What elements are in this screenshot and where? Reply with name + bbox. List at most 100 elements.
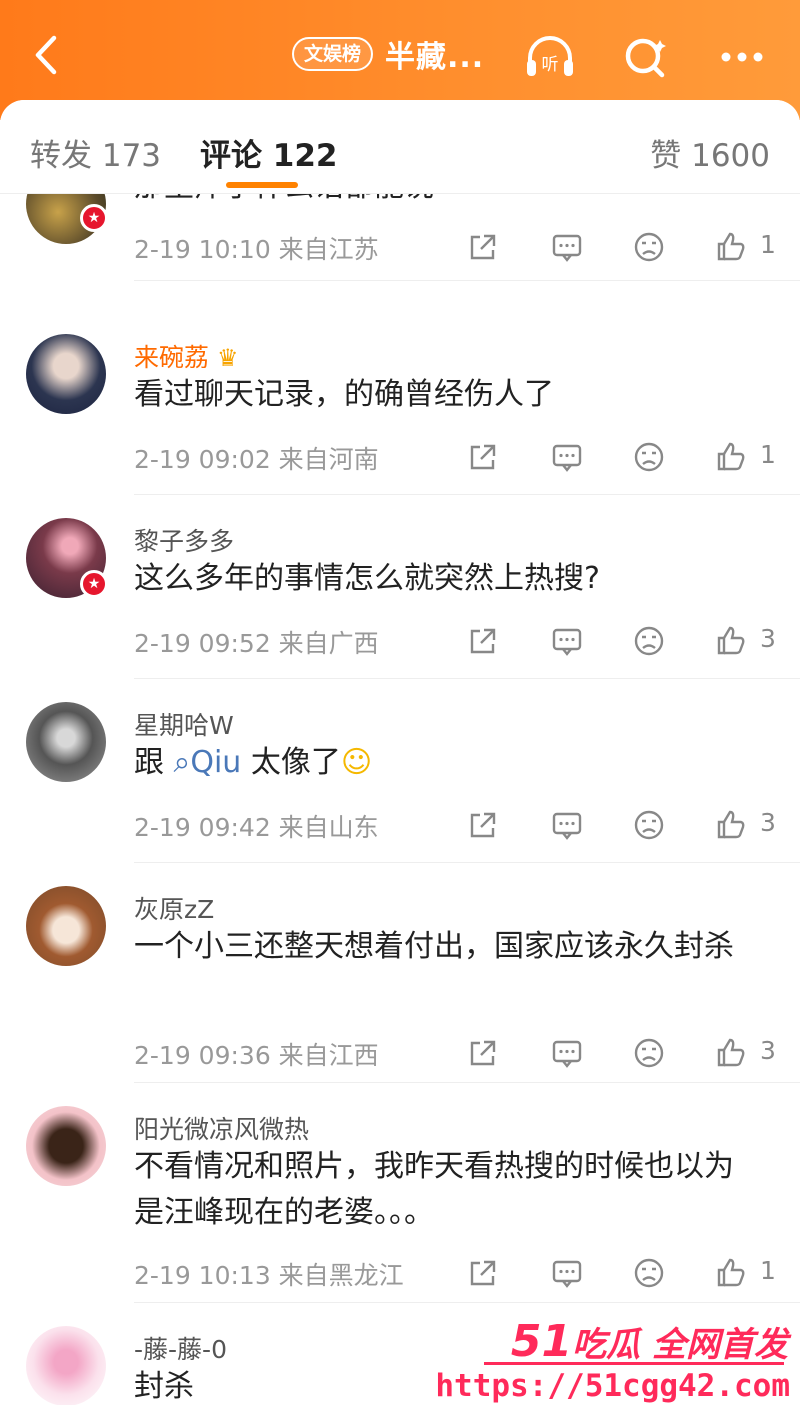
comment-username[interactable]: 灰原zZ xyxy=(134,890,214,926)
divider xyxy=(134,1082,800,1083)
comment-username[interactable]: 阳光微凉风微热 xyxy=(134,1110,309,1146)
share-button[interactable] xyxy=(466,1036,500,1070)
divider xyxy=(134,678,800,679)
frown-icon xyxy=(634,626,664,656)
back-button[interactable] xyxy=(28,30,68,80)
dislike-button[interactable] xyxy=(632,440,666,474)
comment-meta: 2-19 09:42 来自山东 xyxy=(134,813,379,842)
comment-username[interactable]: 黎子多多 xyxy=(134,522,234,558)
like-count: 1 xyxy=(760,1256,776,1285)
avatar[interactable] xyxy=(26,1106,106,1186)
comment-actions: 1 xyxy=(466,230,776,264)
like-button[interactable] xyxy=(714,624,748,658)
mention-link[interactable]: ⌕Qiu xyxy=(174,745,242,780)
frown-icon xyxy=(634,442,664,472)
comment-icon xyxy=(552,444,582,472)
avatar[interactable] xyxy=(26,1326,106,1405)
share-button[interactable] xyxy=(466,624,500,658)
reply-button[interactable] xyxy=(550,230,584,264)
reply-button[interactable] xyxy=(550,808,584,842)
comment-meta: 2-19 09:36 来自江西 xyxy=(134,1041,379,1070)
like-button[interactable] xyxy=(714,230,748,264)
like-button[interactable] xyxy=(714,1256,748,1290)
dislike-button[interactable] xyxy=(632,1256,666,1290)
divider xyxy=(134,1302,800,1303)
site-watermark: 51吃瓜 全网首发 https://51cgg42.com xyxy=(435,1308,794,1405)
share-button[interactable] xyxy=(466,808,500,842)
like-button[interactable] xyxy=(714,1036,748,1070)
tab-repost[interactable]: 转发 173 xyxy=(30,130,161,175)
frown-icon xyxy=(634,232,664,262)
share-button[interactable] xyxy=(466,440,500,474)
header-actions: 听 xyxy=(522,34,770,80)
reply-button[interactable] xyxy=(550,1036,584,1070)
listen-button[interactable]: 听 xyxy=(522,34,578,80)
comment-actions: 1 xyxy=(466,440,776,474)
tab-likes[interactable]: 赞 1600 xyxy=(650,130,770,175)
reply-button[interactable] xyxy=(550,440,584,474)
emoji-icon: ☺ xyxy=(340,745,373,780)
dislike-button[interactable] xyxy=(632,230,666,264)
comment-meta: 2-19 09:02 来自河南 xyxy=(134,445,379,474)
listen-label: 听 xyxy=(542,55,559,75)
reply-button[interactable] xyxy=(550,624,584,658)
more-icon xyxy=(721,52,763,62)
comment-username[interactable]: 星期哈W xyxy=(134,706,234,742)
search-icon: ⌕ xyxy=(173,745,191,780)
comment-icon xyxy=(552,628,582,656)
comment-actions: 1 xyxy=(466,1256,776,1290)
search-button[interactable] xyxy=(618,34,674,80)
like-button[interactable] xyxy=(714,440,748,474)
divider xyxy=(134,280,800,281)
crown-icon: ♛ xyxy=(217,344,239,372)
share-icon xyxy=(470,1040,496,1066)
like-button[interactable] xyxy=(714,808,748,842)
comments-sheet: 转发 173 评论 122 赞 1600 ★ 那里痒了什么话都能说 2-19 1… xyxy=(0,100,800,1405)
like-count: 3 xyxy=(760,624,776,653)
dislike-button[interactable] xyxy=(632,1036,666,1070)
comment-meta: 2-19 09:52 来自广西 xyxy=(134,629,379,658)
tab-comments[interactable]: 评论 122 xyxy=(200,130,338,175)
comment-text: 不看情况和照片，我昨天看热搜的时候也以为是汪峰现在的老婆。。。 xyxy=(134,1149,734,1230)
watermark-line xyxy=(484,1362,784,1365)
comment-text: 看过聊天记录，的确曾经伤人了 xyxy=(134,377,554,412)
comment-icon xyxy=(552,812,582,840)
share-button[interactable] xyxy=(466,1256,500,1290)
ranking-tag: 文娱榜 xyxy=(292,37,374,71)
page-title: 半藏... xyxy=(385,40,485,75)
reply-button[interactable] xyxy=(550,1256,584,1290)
header-title-group[interactable]: 文娱榜 半藏... xyxy=(292,32,484,76)
dislike-button[interactable] xyxy=(632,624,666,658)
share-icon xyxy=(470,628,496,654)
watermark-number: 51 xyxy=(510,1316,573,1367)
more-button[interactable] xyxy=(714,34,770,80)
share-button[interactable] xyxy=(466,230,500,264)
tab-bar: 转发 173 评论 122 赞 1600 xyxy=(0,100,800,194)
thumbs-up-icon xyxy=(717,1258,745,1287)
thumbs-up-icon xyxy=(717,1038,745,1067)
back-icon xyxy=(35,35,57,75)
avatar[interactable] xyxy=(26,886,106,966)
share-icon xyxy=(470,812,496,838)
comment-actions: 3 xyxy=(466,1036,776,1070)
text-segment: 太像了 xyxy=(241,745,341,780)
dislike-button[interactable] xyxy=(632,808,666,842)
divider xyxy=(134,862,800,863)
search-icon xyxy=(625,38,666,78)
thumbs-up-icon xyxy=(717,232,745,261)
share-icon xyxy=(470,1260,496,1286)
avatar[interactable] xyxy=(26,702,106,782)
comment-icon xyxy=(552,1260,582,1288)
verified-badge: ★ xyxy=(80,570,108,598)
comment-username[interactable]: -藤-藤-0 xyxy=(134,1330,227,1366)
thumbs-up-icon xyxy=(717,810,745,839)
watermark-slogan: 51吃瓜 全网首发 xyxy=(511,1316,788,1367)
comment-icon xyxy=(552,234,582,262)
frown-icon xyxy=(634,1258,664,1288)
watermark-slogan-text: 吃瓜 全网首发 xyxy=(572,1325,788,1365)
like-count: 3 xyxy=(760,1036,776,1065)
thumbs-up-icon xyxy=(717,442,745,471)
comment-text: 跟 ⌕Qiu 太像了☺ xyxy=(134,740,764,786)
avatar[interactable] xyxy=(26,334,106,414)
comment-username[interactable]: 来碗荔 ♛ xyxy=(134,338,239,374)
